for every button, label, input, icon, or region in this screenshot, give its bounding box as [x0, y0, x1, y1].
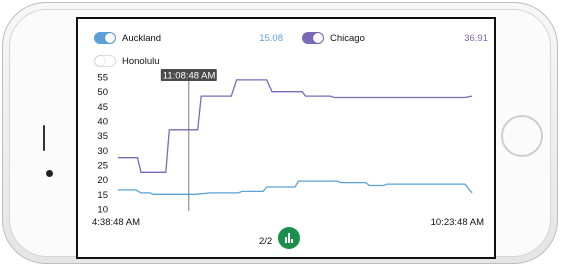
- y-tick-label: 10: [97, 205, 108, 216]
- speaker-slot: [43, 125, 45, 151]
- y-axis: 10 15 20 25 30 35 40 45 50 55: [97, 73, 108, 216]
- y-tick-label: 30: [97, 146, 108, 157]
- y-tick-label: 40: [97, 117, 108, 128]
- app-screen: Auckland 15.08 Chicago 36.91 Honolulu 10…: [76, 17, 496, 259]
- series-line-chicago: [118, 79, 473, 173]
- y-tick-label: 35: [97, 131, 108, 142]
- page-indicator: 2/2: [259, 236, 273, 247]
- x-axis-end-label: 10:23:48 AM: [431, 217, 484, 228]
- cursor-time-label: 11:08:48 AM: [163, 71, 216, 82]
- series-line-auckland: [118, 180, 473, 195]
- x-axis-start-label: 4:38:48 AM: [92, 217, 140, 228]
- chart-type-button[interactable]: [278, 227, 300, 249]
- phone-frame: Auckland 15.08 Chicago 36.91 Honolulu 10…: [2, 2, 558, 264]
- y-tick-label: 55: [97, 73, 108, 84]
- y-tick-label: 20: [97, 175, 108, 186]
- cursor-label: 11:08:48 AM: [160, 69, 217, 82]
- series-layer: [118, 79, 473, 195]
- bar-chart-icon: [285, 233, 293, 243]
- line-chart[interactable]: 10 15 20 25 30 35 40 45 50 55 11:08:48 AM 4:38:48…: [78, 19, 494, 257]
- y-tick-label: 45: [97, 102, 108, 113]
- home-button[interactable]: [501, 115, 543, 157]
- y-tick-label: 25: [97, 161, 108, 172]
- y-tick-label: 50: [97, 87, 108, 98]
- camera-dot: [46, 170, 53, 177]
- y-tick-label: 15: [97, 190, 108, 201]
